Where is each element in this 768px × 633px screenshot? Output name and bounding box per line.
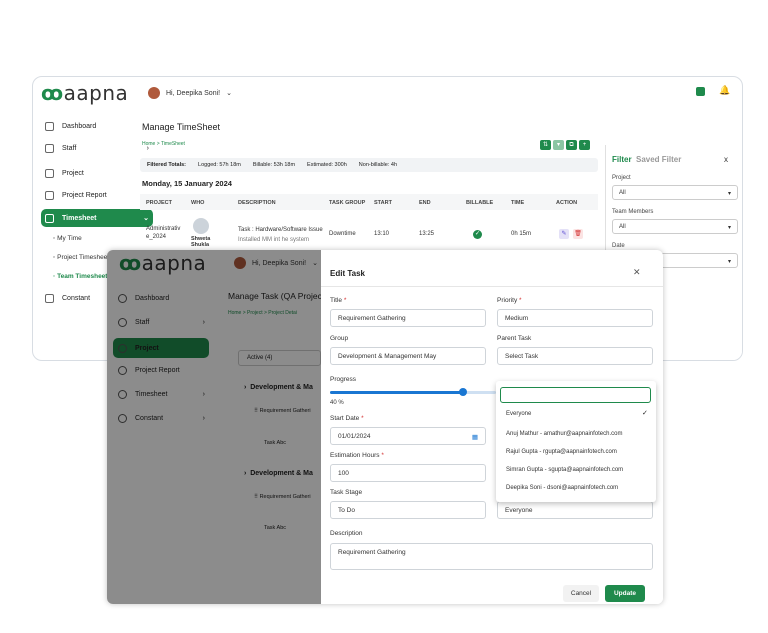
col-description: DESCRIPTION: [238, 200, 276, 206]
users-icon: [45, 143, 54, 153]
edit-icon[interactable]: ✎: [559, 229, 569, 239]
description-textarea[interactable]: Requirement Gathering: [330, 543, 653, 570]
tab-filter[interactable]: Filter: [612, 155, 632, 164]
sort-button[interactable]: ⇅: [540, 140, 551, 150]
table-header: [140, 194, 598, 210]
group-label: Group: [330, 335, 349, 342]
gear-icon: [45, 293, 54, 303]
user-menu[interactable]: Hi, Deepika Soni! ⌄: [148, 87, 232, 99]
task-stage-select[interactable]: To Do: [330, 501, 486, 519]
col-who: WHO: [191, 200, 205, 206]
avatar: [193, 218, 209, 234]
check-icon: ✓: [473, 230, 482, 239]
col-action: ACTION: [556, 200, 578, 206]
estimation-label: Estimation Hours *: [330, 452, 384, 459]
page-title: Manage TimeSheet: [142, 122, 221, 132]
dropdown-option[interactable]: Deepika Soni - dsoni@aapnainfotech.com: [506, 485, 618, 491]
subnav-team-timesheet[interactable]: ◦ Team Timesheet: [53, 273, 107, 280]
sidebar-item-dashboard[interactable]: Dashboard: [41, 117, 153, 135]
start-date-input[interactable]: 01/01/2024 ▦: [330, 427, 486, 445]
bug-icon[interactable]: [696, 87, 705, 96]
clock-icon: [45, 213, 54, 223]
progress-fill: [330, 391, 463, 394]
cell-who: Shweta Shukla: [191, 236, 211, 248]
progress-value: 40 %: [330, 400, 344, 406]
dropdown-option[interactable]: Rajul Gupta - rgupta@aapnainfotech.com: [506, 449, 617, 455]
slider-thumb[interactable]: [458, 388, 467, 396]
breadcrumb[interactable]: Home > TimeSheet: [142, 141, 185, 147]
cell-project: Administrativ e_2024: [146, 226, 181, 240]
task-window: ꝏaapna Hi, Deepika Soni! ⌄ Dashboard Sta…: [107, 250, 663, 604]
chevron-down-icon: ⌄: [226, 90, 232, 97]
cell-start: 13:10: [374, 231, 390, 237]
list-icon: [45, 168, 54, 178]
start-date-label: Start Date *: [330, 415, 364, 422]
sidebar-item-project-report[interactable]: Project Report: [41, 186, 153, 204]
copy-button[interactable]: ⧉: [566, 140, 577, 150]
col-start: START: [374, 200, 392, 206]
dropdown-option[interactable]: Anuj Mathur - amathur@aapnainfotech.com: [506, 431, 622, 437]
assignee-select[interactable]: Everyone: [497, 501, 653, 519]
add-button[interactable]: +: [579, 140, 590, 150]
parent-task-select[interactable]: Select Task: [497, 347, 653, 365]
team-members-select[interactable]: All ▾: [612, 219, 738, 234]
project-label: Project: [612, 175, 631, 181]
col-project: PROJECT: [146, 200, 172, 206]
progress-slider[interactable]: [330, 388, 496, 396]
task-stage-label: Task Stage: [330, 489, 363, 496]
avatar: [148, 87, 160, 99]
sidebar-item-staff[interactable]: Staff ›: [41, 139, 153, 157]
app-logo: ꝏaapna: [41, 81, 129, 105]
team-members-label: Team Members: [612, 209, 654, 215]
dropdown-option[interactable]: Simran Gupta - sgupta@aapnainfotech.com: [506, 467, 623, 473]
toolbar-buttons: ⇅ ▾ ⧉ +: [538, 133, 590, 151]
modal-backdrop[interactable]: [107, 250, 321, 604]
cell-description-note: Installed MM int he system: [238, 237, 310, 243]
priority-label: Priority *: [497, 297, 522, 304]
parent-task-label: Parent Task: [497, 335, 532, 342]
report-icon: [45, 190, 54, 200]
priority-select[interactable]: Medium: [497, 309, 653, 327]
description-label: Description: [330, 530, 363, 537]
dropdown-search-input[interactable]: [500, 387, 651, 403]
bell-icon[interactable]: 🔔: [719, 85, 730, 96]
title-input[interactable]: Requirement Gathering: [330, 309, 486, 327]
home-icon: [45, 121, 54, 131]
group-select[interactable]: Development & Management May: [330, 347, 486, 365]
col-task-group: TASK GROUP: [329, 200, 366, 206]
modal-title: Edit Task: [330, 269, 365, 278]
date-heading: Monday, 15 January 2024: [142, 179, 232, 188]
subnav-my-time[interactable]: ◦ My Time: [53, 235, 82, 242]
col-end: END: [419, 200, 431, 206]
date-label: Date: [612, 243, 625, 249]
cancel-button[interactable]: Cancel: [563, 585, 599, 602]
assignee-dropdown: Everyone ✓ Anuj Mathur - amathur@aapnain…: [496, 381, 656, 502]
progress-label: Progress: [330, 376, 357, 383]
filter-button[interactable]: ▾: [553, 140, 564, 150]
cell-end: 13:25: [419, 231, 435, 237]
title-label: Title *: [330, 297, 347, 304]
checkmark-icon: ✓: [642, 410, 648, 417]
dropdown-option[interactable]: Everyone: [506, 411, 531, 417]
chevron-down-icon: ⌄: [143, 215, 149, 222]
cell-task-group: Downtime: [329, 231, 356, 237]
close-icon[interactable]: x: [724, 155, 728, 164]
calendar-icon[interactable]: ▦: [472, 433, 478, 441]
divider: [321, 286, 663, 287]
sidebar-item-project[interactable]: Project: [41, 164, 153, 182]
close-icon[interactable]: ✕: [633, 267, 641, 278]
update-button[interactable]: Update: [605, 585, 645, 602]
delete-icon[interactable]: 🗑: [573, 229, 583, 239]
estimation-input[interactable]: 100: [330, 464, 486, 482]
cell-time: 0h 15m: [511, 231, 532, 237]
col-time: TIME: [511, 200, 525, 206]
project-select[interactable]: All ▾: [612, 185, 738, 200]
col-billable: BILLABLE: [466, 200, 494, 206]
cell-description: Task : Hardware/Software Issue: [238, 227, 323, 233]
subnav-project-timesheet[interactable]: ◦ Project Timesheet: [53, 254, 109, 261]
tab-saved-filter[interactable]: Saved Filter: [636, 155, 681, 164]
filtered-totals: Filtered Totals: Logged: 57h 18m Billabl…: [140, 158, 598, 172]
sidebar-item-timesheet[interactable]: Timesheet ⌄: [41, 209, 153, 227]
